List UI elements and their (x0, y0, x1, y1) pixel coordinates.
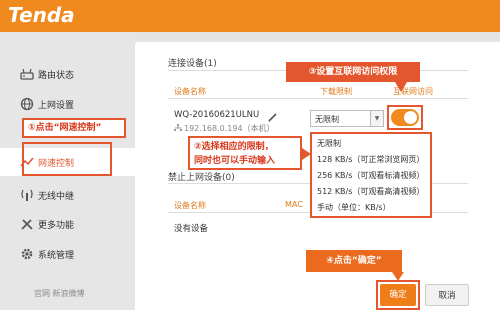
col-download-limit: 下载限制 (320, 87, 352, 96)
limit-dropdown: 无限制 128 KB/s（可正常浏览网页） 256 KB/s（可观看标清视频） … (310, 132, 432, 218)
sidebar-item-router-status[interactable]: 路由状态 (0, 60, 135, 88)
sidebar-item-wireless-relay[interactable]: 无线中继 (0, 181, 135, 209)
step3-callout: ③设置互联网访问权限 (286, 62, 420, 82)
step2-callout: ②选择相应的限制， 同时也可以手动输入 (188, 136, 302, 170)
dropdown-option[interactable]: 手动（单位：KB/s） (317, 202, 391, 213)
footer-links[interactable]: 官网 新浪微博 (34, 288, 85, 299)
step2-arrow (302, 148, 311, 160)
sidebar-item-internet-settings[interactable]: 上网设置 (0, 90, 135, 118)
dropdown-option[interactable]: 512 KB/s（可观看高清视频） (317, 186, 424, 197)
step3-arrow (395, 82, 407, 92)
sidebar-item-more-functions[interactable]: 更多功能 (0, 210, 135, 238)
download-limit-select[interactable]: 无限制 ▼ (310, 110, 384, 127)
cancel-button[interactable]: 取消 (425, 284, 469, 306)
col-device-name: 设备名称 (174, 87, 206, 96)
edit-pencil-icon[interactable] (268, 112, 278, 122)
router-icon (20, 68, 34, 80)
chevron-down-icon: ▼ (370, 111, 383, 126)
wireless-icon (21, 189, 33, 201)
step2-line2: 同时也可以手动输入 (194, 156, 276, 166)
top-bar: Tenda (0, 0, 500, 32)
globe-icon (20, 97, 34, 111)
col-device-name: 设备名称 (174, 201, 206, 210)
sidebar-item-label: 更多功能 (38, 220, 75, 231)
device-ip: 192.168.0.194（本机） (184, 124, 275, 133)
select-value: 无限制 (315, 115, 339, 124)
step1-callout: ①点击“网速控制” (22, 118, 126, 138)
connected-devices-title: 连接设备(1) (168, 59, 217, 69)
dropdown-option[interactable]: 无限制 (317, 138, 341, 149)
dropdown-option[interactable]: 256 KB/s（可观看标清视频） (317, 170, 424, 181)
step4-callout: ④点击“确定” (306, 250, 402, 272)
dropdown-option[interactable]: 128 KB/s（可正常浏览网页） (317, 154, 424, 165)
divider (168, 98, 468, 99)
col-mac: MAC (285, 200, 303, 209)
blocked-devices-title: 禁止上网设备(0) (168, 173, 235, 183)
gear-icon (21, 248, 33, 260)
sidebar-item-label: 无线中继 (38, 191, 75, 202)
sidebar-item-label: 系统管理 (38, 250, 75, 261)
network-icon (174, 124, 182, 131)
tenda-logo: Tenda (8, 3, 75, 27)
step2-line1: ②选择相应的限制， (194, 142, 274, 152)
device-name: WQ-20160621ULNU (174, 110, 260, 120)
sidebar-item-label: 路由状态 (38, 70, 75, 81)
ok-button-highlight (376, 280, 420, 310)
sidebar-item-system-management[interactable]: 系统管理 (0, 240, 135, 268)
sidebar-item-label: 上网设置 (38, 100, 75, 111)
tools-icon (21, 219, 33, 230)
toggle-highlight (387, 105, 423, 130)
speed-control-highlight (22, 142, 112, 176)
empty-message: 没有设备 (174, 224, 209, 234)
